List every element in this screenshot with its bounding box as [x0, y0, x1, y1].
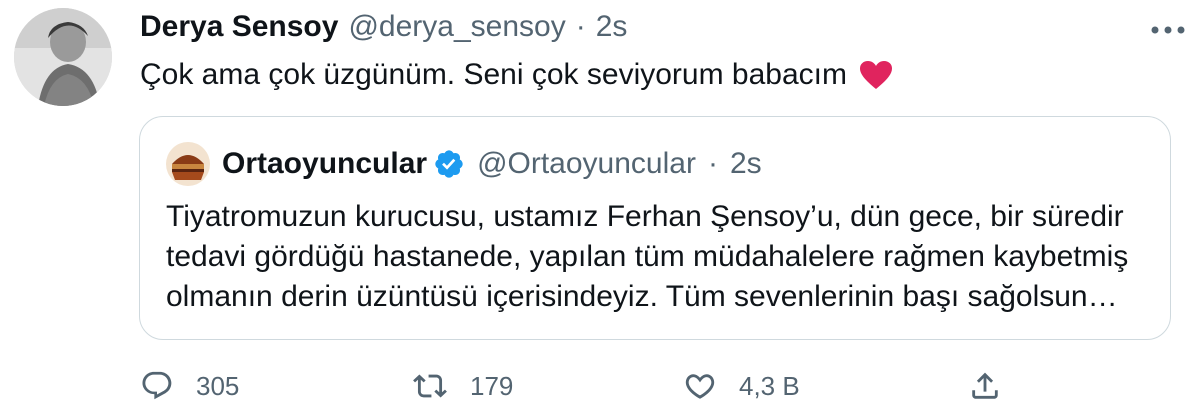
- quoted-tweet-header: Ortaoyuncular @Ortaoyuncular · 2s: [166, 142, 762, 186]
- author-name[interactable]: Derya Sensoy: [140, 10, 338, 44]
- reply-count: 305: [196, 370, 240, 401]
- share-icon: [972, 372, 998, 399]
- like-button[interactable]: 4,3 B: [683, 366, 800, 406]
- quoted-tweet-card[interactable]: Ortaoyuncular @Ortaoyuncular · 2s Tiyatr…: [139, 116, 1171, 340]
- more-icon: [1151, 26, 1185, 34]
- quoted-tweet-time[interactable]: 2s: [730, 147, 762, 181]
- author-avatar[interactable]: [14, 8, 112, 106]
- quoted-text-line: tedavi gördüğü hastanede, yapılan tüm mü…: [166, 240, 1129, 273]
- tweet-text: Çok ama çok üzgünüm. Seni çok seviyorum …: [140, 58, 847, 91]
- quoted-header-separator: ·: [707, 147, 718, 180]
- heart-emoji-icon: [859, 60, 893, 90]
- like-icon: [685, 374, 715, 399]
- reply-button[interactable]: 305: [140, 366, 239, 406]
- author-handle[interactable]: @derya_sensoy: [348, 10, 565, 44]
- quoted-author-avatar[interactable]: [166, 142, 210, 186]
- verified-badge-icon: [435, 150, 463, 178]
- more-button[interactable]: [1146, 8, 1190, 52]
- quoted-text-line: olmanın derin üzüntüsü içerisindeyiz. Tü…: [166, 280, 1118, 313]
- quoted-tweet-text: Tiyatromuzun kurucusu, ustamız Ferhan Şe…: [166, 197, 1156, 317]
- tweet-text-row: Çok ama çok üzgünüm. Seni çok seviyorum …: [140, 58, 893, 92]
- share-button[interactable]: [968, 366, 1002, 406]
- like-count: 4,3 B: [739, 370, 800, 401]
- tweet-time[interactable]: 2s: [596, 10, 628, 44]
- quoted-author-name[interactable]: Ortaoyuncular: [222, 147, 427, 181]
- retweet-icon: [413, 374, 447, 398]
- retweet-button[interactable]: 179: [412, 366, 513, 406]
- tweet-actions: 305 179 4,3 B: [140, 366, 1180, 406]
- quoted-author-handle[interactable]: @Ortaoyuncular: [477, 147, 696, 181]
- tweet-header: Derya Sensoy @derya_sensoy · 2s: [140, 10, 627, 44]
- retweet-count: 179: [470, 370, 514, 401]
- reply-icon: [142, 371, 172, 400]
- header-separator: ·: [575, 10, 586, 43]
- quoted-text-line: Tiyatromuzun kurucusu, ustamız Ferhan Şe…: [166, 200, 1124, 233]
